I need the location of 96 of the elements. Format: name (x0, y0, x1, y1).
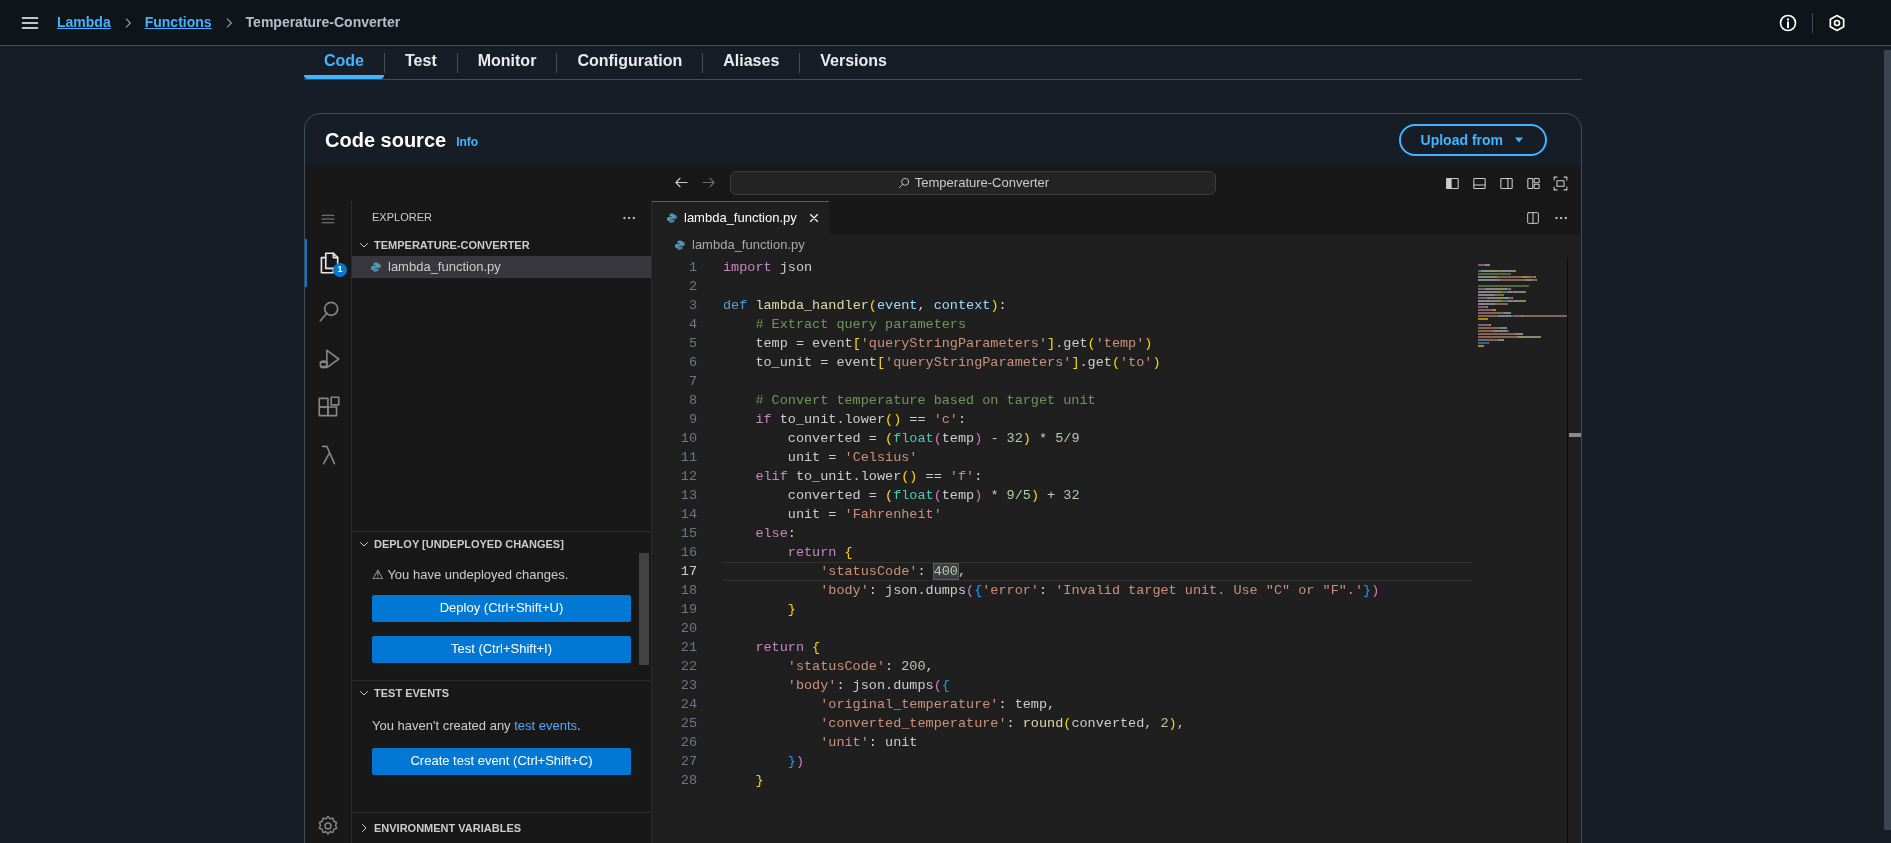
line-number: 6 (687, 354, 697, 372)
upload-from-button[interactable]: Upload from (1398, 124, 1547, 156)
code-line: unit = 'Celsius' (786, 449, 919, 467)
code-line: if to_unit.lower() == 'c': (754, 411, 968, 429)
fullscreen-icon[interactable] (1552, 175, 1569, 192)
tab[interactable]: Monitor (457, 46, 557, 79)
code-line: 'statusCode': 200, (786, 658, 935, 676)
line-number: 4 (687, 316, 697, 334)
line-number: 13 (679, 487, 697, 505)
line-number: 20 (679, 620, 697, 638)
line-number: 28 (679, 772, 697, 790)
python-icon (370, 261, 382, 273)
search-icon (896, 176, 911, 190)
action-button[interactable]: Deploy (Ctrl+Shift+U) (372, 594, 631, 622)
line-number: 8 (687, 392, 697, 410)
settings-icon[interactable] (316, 814, 340, 838)
code-line: 'converted_temperature': round(converted, 2), (819, 715, 1186, 733)
line-number: 19 (679, 601, 697, 619)
file-breadcrumb[interactable]: lambda_function.py (652, 234, 1581, 256)
tab[interactable]: Test (385, 46, 457, 79)
layout-icon[interactable] (1525, 175, 1542, 192)
line-number: 5 (687, 335, 697, 353)
card-title: Code source (325, 128, 447, 153)
editor-tab[interactable]: lambda_function.py (652, 201, 829, 234)
tab[interactable]: Code (304, 46, 384, 79)
code-line: 'statusCode': 400, (723, 562, 1472, 581)
warning-message: ⚠ You have undeployed changes. (372, 566, 570, 584)
code-line: return { (754, 639, 822, 657)
code-line: # Extract query parameters (754, 316, 968, 334)
tab[interactable]: Versions (800, 46, 907, 79)
python-icon (674, 239, 686, 251)
secondary-sidebar-icon[interactable] (1498, 175, 1515, 192)
line-number: 10 (679, 430, 697, 448)
breadcrumb-link[interactable]: Functions (144, 12, 212, 33)
panel-toggle-icon[interactable] (1471, 175, 1488, 192)
line-number: 18 (679, 582, 697, 600)
hexagon-icon[interactable] (1827, 12, 1847, 33)
code-line: converted = (float(temp) * 9/5) + 32 (786, 487, 1081, 505)
code-line: to_unit = event['queryStringParameters'].get('to') (754, 354, 1162, 372)
code-line: def lambda_handler(event, context): (723, 297, 1008, 315)
code-line: }) (786, 753, 806, 771)
sidebar-toggle-icon[interactable] (1444, 175, 1461, 192)
action-button[interactable]: Test (Ctrl+Shift+I) (372, 635, 631, 663)
line-number: 21 (679, 639, 697, 657)
code-line: } (786, 601, 797, 619)
tab[interactable]: Aliases (703, 46, 800, 79)
code-line: unit = 'Fahrenheit' (786, 506, 943, 524)
code-line: temp = event['queryStringParameters'].get('temp') (754, 335, 1154, 353)
section-header[interactable]: TEST EVENTS (352, 682, 651, 704)
code-line: 'original_temperature': temp, (819, 696, 1057, 714)
code-line: 'body': json.dumps({'error': 'Invalid target unit. Use "C" or "F".'}) (819, 582, 1381, 600)
line-number: 26 (679, 734, 697, 752)
line-number: 12 (679, 468, 697, 486)
line-number: 14 (679, 506, 697, 524)
code-line: 'body': json.dumps({ (786, 677, 951, 695)
folder-row[interactable]: TEMPERATURE-CONVERTER (352, 234, 651, 256)
python-icon (666, 212, 678, 224)
info-icon[interactable] (1778, 12, 1798, 33)
breadcrumb-link[interactable]: Lambda (57, 12, 111, 33)
line-number: 15 (679, 525, 697, 543)
file-row[interactable]: lambda_function.py (352, 256, 651, 278)
action-button[interactable]: Create test event (Ctrl+Shift+C) (372, 747, 631, 775)
scrollbar[interactable] (639, 553, 649, 665)
code-line: elif to_unit.lower() == 'f': (754, 468, 984, 486)
search-field[interactable]: Temperature-Converter (730, 171, 1216, 195)
explorer-title: EXPLORER (372, 210, 432, 226)
code-line: import json (723, 259, 814, 277)
breadcrumb-current: Temperature-Converter (245, 13, 401, 32)
scrollbar-marker (1569, 433, 1581, 437)
scrollbar[interactable] (1884, 50, 1891, 830)
code-line: 'unit': unit (819, 734, 919, 752)
line-number: 24 (679, 696, 697, 714)
section-header[interactable]: DEPLOY [UNDEPLOYED CHANGES] (352, 533, 651, 555)
tab[interactable]: Configuration (557, 46, 703, 79)
code-line: # Convert temperature based on target unit (754, 392, 1097, 410)
badge: 1 (333, 263, 347, 277)
line-number: 9 (687, 411, 697, 429)
code-line: return { (786, 544, 854, 562)
split-editor-icon[interactable] (1525, 209, 1541, 226)
line-number: 22 (679, 658, 697, 676)
line-number: 25 (679, 715, 697, 733)
code-line: converted = (float(temp) - 32) * 5/9 (786, 430, 1081, 448)
code-line: } (754, 772, 765, 790)
info-link[interactable]: Info (456, 132, 479, 151)
line-number: 27 (679, 753, 697, 771)
line-number: 17 (679, 563, 697, 581)
info-message: You haven't created any test events. (372, 717, 582, 735)
code-line: else: (754, 525, 797, 543)
line-number: 3 (687, 297, 697, 315)
line-number: 7 (687, 373, 697, 391)
line-number: 1 (687, 259, 697, 277)
line-number: 11 (679, 449, 697, 467)
line-number: 2 (687, 278, 697, 296)
line-number: 16 (679, 544, 697, 562)
section-header[interactable]: ENVIRONMENT VARIABLES (352, 817, 651, 839)
line-number: 23 (679, 677, 697, 695)
